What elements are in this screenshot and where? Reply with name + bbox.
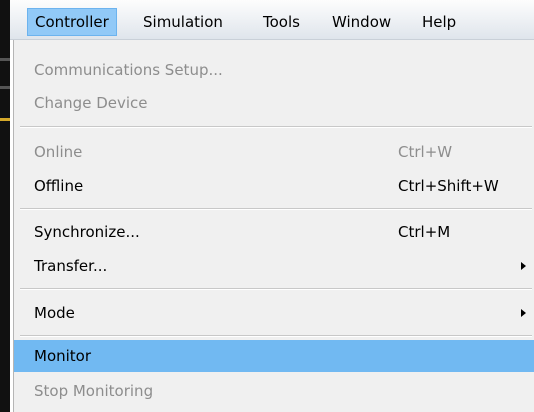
menu-separator xyxy=(20,335,532,337)
menu-item-label: Communications Setup... xyxy=(34,61,223,79)
edge-marker xyxy=(0,58,10,61)
menu-item-stop-monitoring[interactable]: Stop Monitoring xyxy=(14,375,534,407)
menu-separator xyxy=(20,288,532,290)
submenu-arrow-icon xyxy=(521,262,526,270)
menu-item-label: Synchronize... xyxy=(34,223,140,241)
menu-item-shortcut: Ctrl+W xyxy=(398,143,453,161)
menu-controller[interactable]: Controller xyxy=(27,8,117,36)
edge-marker xyxy=(0,86,10,89)
menu-simulation[interactable]: Simulation xyxy=(136,8,230,36)
controller-dropdown-menu: Communications Setup... Change Device On… xyxy=(13,40,534,412)
menu-help[interactable]: Help xyxy=(415,8,463,36)
menu-item-label: Online xyxy=(34,143,83,161)
menu-item-shortcut: Ctrl+Shift+W xyxy=(398,177,499,195)
menu-item-online[interactable]: Online Ctrl+W xyxy=(14,136,534,168)
app-window: Controller Simulation Tools Window Help … xyxy=(0,0,534,412)
menu-item-offline[interactable]: Offline Ctrl+Shift+W xyxy=(14,170,534,202)
menu-tools[interactable]: Tools xyxy=(256,8,307,36)
background-window-edge xyxy=(0,0,10,412)
menu-item-monitor[interactable]: Monitor xyxy=(14,340,534,372)
menu-item-label: Change Device xyxy=(34,94,148,112)
menu-separator xyxy=(20,208,532,210)
menu-window[interactable]: Window xyxy=(325,8,398,36)
menu-item-change-device[interactable]: Change Device xyxy=(14,87,534,119)
menu-item-label: Monitor xyxy=(34,347,92,365)
menu-bar: Controller Simulation Tools Window Help xyxy=(10,0,534,40)
menu-item-transfer[interactable]: Transfer... xyxy=(14,250,534,282)
menu-item-label: Offline xyxy=(34,177,84,195)
menu-item-label: Mode xyxy=(34,304,75,322)
menu-separator xyxy=(20,126,532,128)
menu-item-label: Stop Monitoring xyxy=(34,382,154,400)
menu-item-mode[interactable]: Mode xyxy=(14,297,534,329)
menu-item-label: Transfer... xyxy=(34,257,108,275)
edge-marker xyxy=(0,118,10,121)
menu-item-communications-setup[interactable]: Communications Setup... xyxy=(14,54,534,86)
menu-item-shortcut: Ctrl+M xyxy=(398,223,451,241)
menu-item-synchronize[interactable]: Synchronize... Ctrl+M xyxy=(14,216,534,248)
submenu-arrow-icon xyxy=(521,309,526,317)
